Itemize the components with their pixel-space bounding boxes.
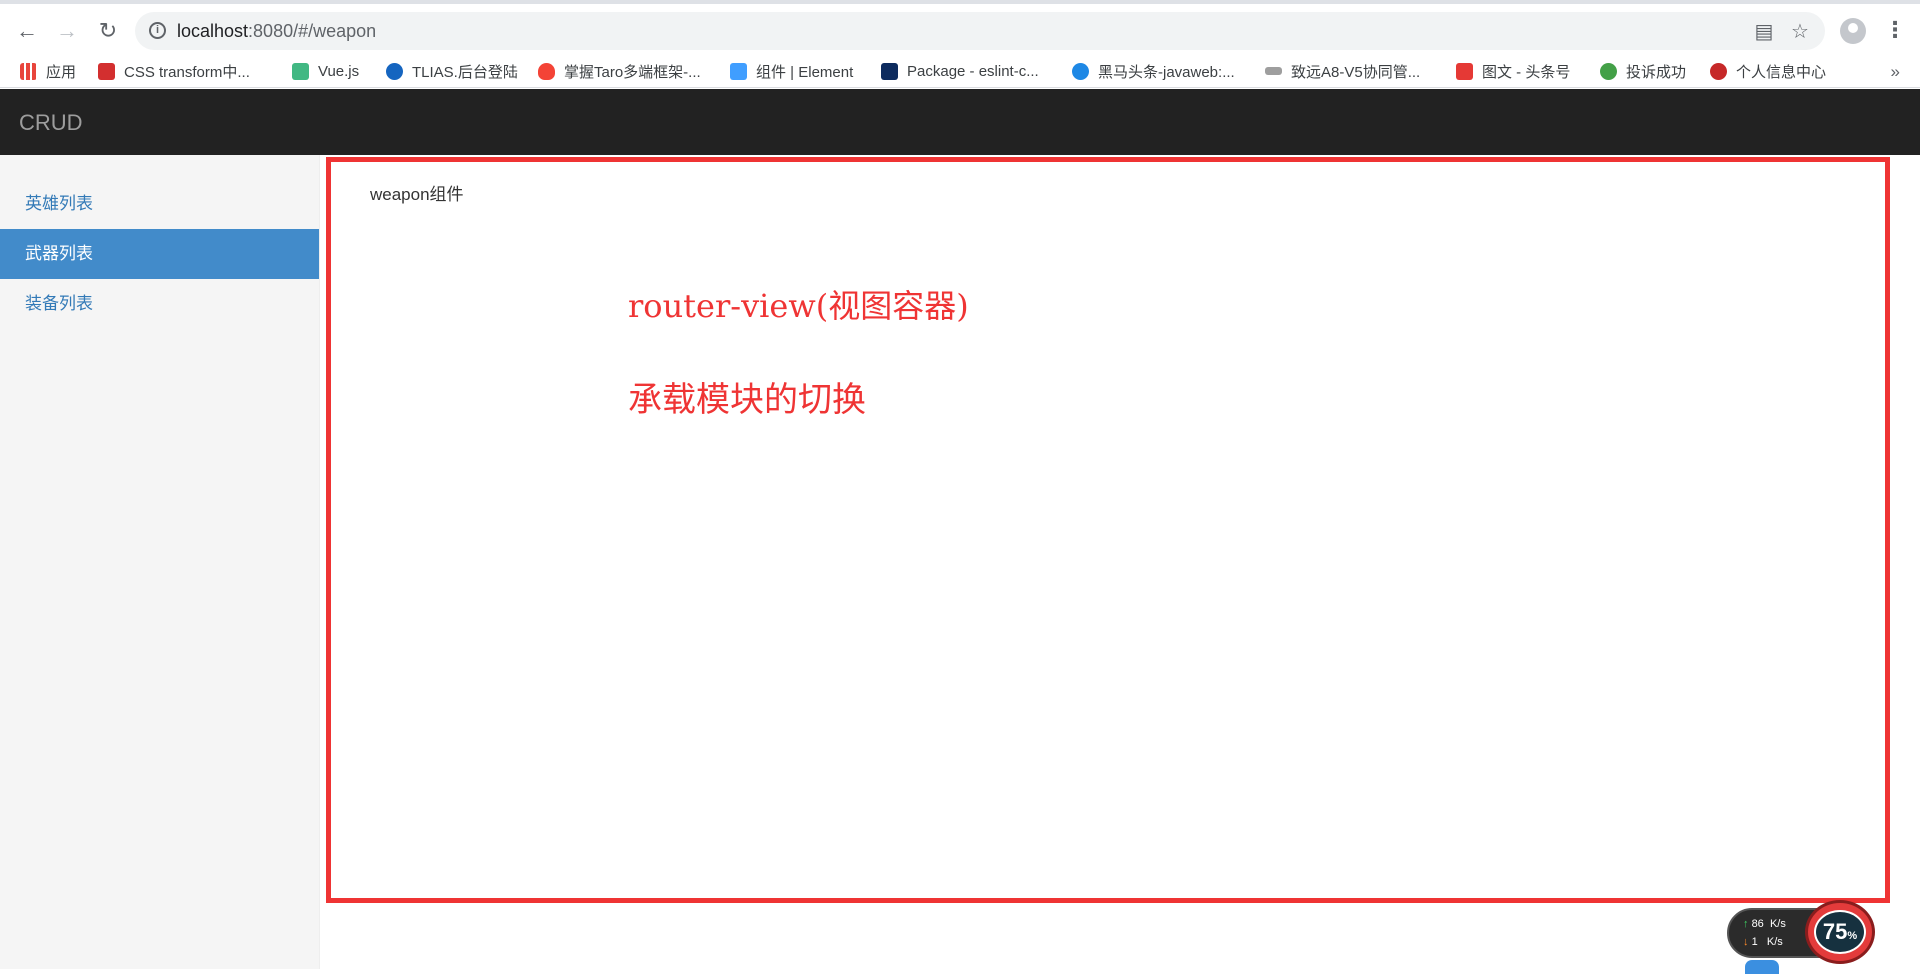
bookmark-taro[interactable]: 掌握Taro多端框架-... xyxy=(538,58,701,84)
bookmark-label: 掌握Taro多端框架-... xyxy=(564,63,701,81)
bookmark-label: Package - eslint-c... xyxy=(907,62,1039,80)
url-path: :8080/#/weapon xyxy=(248,21,377,41)
leaf-icon xyxy=(1600,62,1617,80)
profile-avatar-icon[interactable] xyxy=(1840,18,1866,44)
navbar: CRUD xyxy=(0,89,1920,155)
bookmark-label: TLIAS.后台登陆 xyxy=(412,63,518,81)
upload-value: 86 xyxy=(1751,918,1764,930)
bookmark-label: 致远A8-V5协同管... xyxy=(1291,63,1421,81)
usage-value: 75 xyxy=(1822,919,1848,944)
bookmark-zhiyuan[interactable]: 致远A8-V5协同管... xyxy=(1265,58,1420,84)
usage-percent-sign: % xyxy=(1847,930,1858,942)
network-speed-widget[interactable]: ↑ 86 K/s ↓ 1 K/s 75% xyxy=(1727,900,1877,964)
annotation-module-switch: 承载模块的切换 xyxy=(628,380,866,420)
flame-icon xyxy=(538,62,555,80)
brand-title[interactable]: CRUD xyxy=(19,110,83,136)
bookmark-label: 图文 - 头条号 xyxy=(1482,63,1571,81)
bookmark-apps[interactable]: 应用 xyxy=(20,58,76,84)
bookmark-tlias[interactable]: TLIAS.后台登陆 xyxy=(386,58,518,84)
upload-unit: K/s xyxy=(1769,918,1786,930)
more-bookmarks-button[interactable]: » xyxy=(1891,62,1900,82)
bookmark-complaint[interactable]: 投诉成功 xyxy=(1600,58,1686,84)
bookmark-label: 个人信息中心 xyxy=(1736,63,1827,81)
apps-grid-icon xyxy=(20,62,37,80)
url-text[interactable]: localhost:8080/#/weapon xyxy=(177,21,376,42)
upload-arrow-icon: ↑ xyxy=(1743,918,1749,930)
sidebar-item-heroes[interactable]: 英雄列表 xyxy=(0,179,319,229)
browser-toolbar: ← → ↻ i localhost:8080/#/weapon ▤ ☆ ⋮ xyxy=(0,0,1920,54)
download-unit: K/s xyxy=(1766,936,1783,948)
sidebar-item-weapons[interactable]: 武器列表 xyxy=(0,229,319,279)
bookmark-vuejs[interactable]: Vue.js xyxy=(292,58,359,84)
bookmark-label: 应用 xyxy=(46,63,77,81)
favicon-icon xyxy=(881,62,898,80)
bookmark-label: 组件 | Element xyxy=(756,63,854,81)
site-info-icon[interactable]: i xyxy=(149,22,166,39)
address-bar[interactable]: i localhost:8080/#/weapon ▤ ☆ xyxy=(135,12,1825,50)
translate-icon[interactable]: ▤ xyxy=(1753,21,1775,43)
bookmark-label: Vue.js xyxy=(318,62,360,80)
download-arrow-icon: ↓ xyxy=(1743,936,1749,948)
bookmark-css-transform[interactable]: CSS transform中... xyxy=(98,58,250,84)
router-view-frame xyxy=(326,157,1890,903)
bookmark-eslint[interactable]: Package - eslint-c... xyxy=(881,58,1039,84)
bookmark-star-icon[interactable]: ☆ xyxy=(1789,21,1811,43)
bookmark-label: 投诉成功 xyxy=(1626,63,1687,81)
back-arrow-icon[interactable]: ← xyxy=(14,18,40,44)
bookmark-profile-center[interactable]: 个人信息中心 xyxy=(1710,58,1826,84)
usage-percent: 75% xyxy=(1814,910,1866,954)
usage-ring: 75% xyxy=(1805,900,1875,964)
favicon-icon xyxy=(98,62,115,80)
download-speed: ↓ 1 K/s xyxy=(1743,936,1783,948)
bookmark-toutiao[interactable]: 图文 - 头条号 xyxy=(1456,58,1570,84)
favicon-icon xyxy=(1265,67,1282,75)
component-title: weapon组件 xyxy=(370,185,464,204)
globe-icon xyxy=(1072,62,1089,80)
reload-icon[interactable]: ↻ xyxy=(95,18,121,44)
favicon-icon xyxy=(1456,62,1473,80)
annotation-router-view: router-view(视图容器) xyxy=(628,287,969,325)
favicon-icon xyxy=(386,62,403,80)
emblem-icon xyxy=(1710,62,1727,80)
bookmark-label: 黑马头条-javaweb:... xyxy=(1098,63,1235,81)
vue-logo-icon xyxy=(292,62,309,80)
browser-menu-icon[interactable]: ⋮ xyxy=(1884,18,1906,44)
bookmarks-bar: 应用 CSS transform中... Vue.js TLIAS.后台登陆 掌… xyxy=(0,54,1920,88)
upload-speed: ↑ 86 K/s xyxy=(1743,918,1786,930)
forward-arrow-icon[interactable]: → xyxy=(54,18,80,44)
floating-widget-tab[interactable] xyxy=(1745,960,1779,974)
bookmark-label: CSS transform中... xyxy=(124,63,250,81)
sidebar-item-equipment[interactable]: 装备列表 xyxy=(0,279,319,329)
download-value: 1 xyxy=(1751,936,1758,948)
url-host: localhost xyxy=(177,21,249,41)
element-logo-icon xyxy=(730,62,747,80)
bookmark-heima[interactable]: 黑马头条-javaweb:... xyxy=(1072,58,1235,84)
bookmark-element[interactable]: 组件 | Element xyxy=(730,58,853,84)
sidebar: 英雄列表 武器列表 装备列表 xyxy=(0,155,320,969)
